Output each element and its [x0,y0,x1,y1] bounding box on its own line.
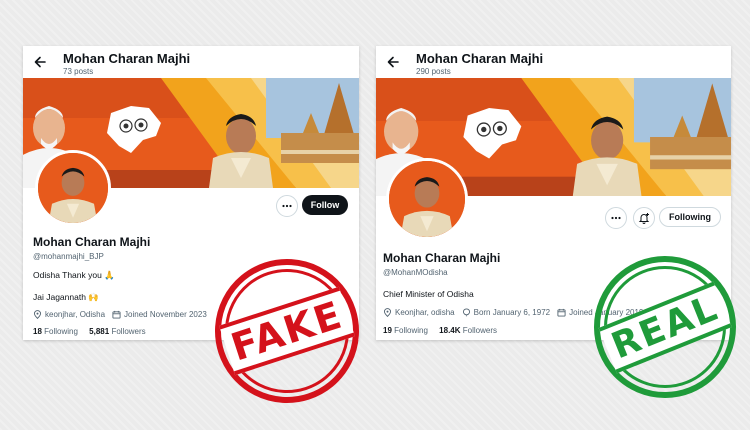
followers-count: 18.4K [439,326,461,335]
profile-stats: 19 Following 18.4K Followers [383,326,506,335]
following-link[interactable]: 19 Following [383,326,428,335]
location-pin-icon [383,308,392,317]
profile-header-bar: Mohan Charan Majhi 73 posts [23,46,359,80]
followers-link[interactable]: 5,881 Followers [89,327,146,336]
followers-label: Followers [111,327,146,336]
header-post-count: 290 posts [416,67,451,76]
profile-joined-date: Joined November 2023 [124,310,207,319]
following-label: Following [44,327,78,336]
location-pin-icon [33,310,42,319]
profile-bio-line-2: Jai Jagannath 🙌 [33,292,99,302]
profile-stats: 18 Following 5,881 Followers [33,327,155,336]
header-profile-name: Mohan Charan Majhi [63,51,191,66]
followers-count: 5,881 [89,327,110,336]
more-options-button[interactable] [276,195,298,217]
profile-bio: Chief Minister of Odisha [383,289,474,299]
profile-name: Mohan Charan Majhi [33,235,151,249]
follow-button[interactable]: Follow [302,195,348,215]
profile-header-bar: Mohan Charan Majhi 290 posts [376,46,731,80]
following-button[interactable]: Following [659,207,721,227]
profile-born-date: Born January 6, 1972 [473,308,551,317]
calendar-icon [112,310,121,319]
more-options-icon [611,216,621,220]
profile-bio-line-1: Odisha Thank you 🙏 [33,270,115,280]
back-arrow-icon[interactable] [386,55,400,69]
avatar[interactable] [35,150,111,226]
calendar-icon [557,308,566,317]
following-link[interactable]: 18 Following [33,327,78,336]
more-options-button[interactable] [605,207,627,229]
notification-button[interactable] [633,207,655,229]
header-profile-name: Mohan Charan Majhi [416,51,544,66]
profile-location: Keonjhar, odisha [395,308,455,317]
balloon-icon [462,308,470,317]
back-arrow-icon[interactable] [33,55,47,69]
avatar[interactable] [386,158,468,240]
header-post-count: 73 posts [63,67,94,76]
followers-link[interactable]: 18.4K Followers [439,326,497,335]
notification-bell-icon [638,213,650,224]
more-options-icon [282,204,292,208]
following-count: 18 [33,327,42,336]
profile-name: Mohan Charan Majhi [383,251,501,265]
following-count: 19 [383,326,392,335]
profile-handle: @mohanmajhi_BJP [33,252,104,261]
profile-meta: keonjhar, Odisha Joined November 2023 [33,310,214,319]
following-label: Following [394,326,428,335]
profile-location: keonjhar, Odisha [45,310,106,319]
profile-handle: @MohanMOdisha [383,268,448,277]
followers-label: Followers [462,326,497,335]
